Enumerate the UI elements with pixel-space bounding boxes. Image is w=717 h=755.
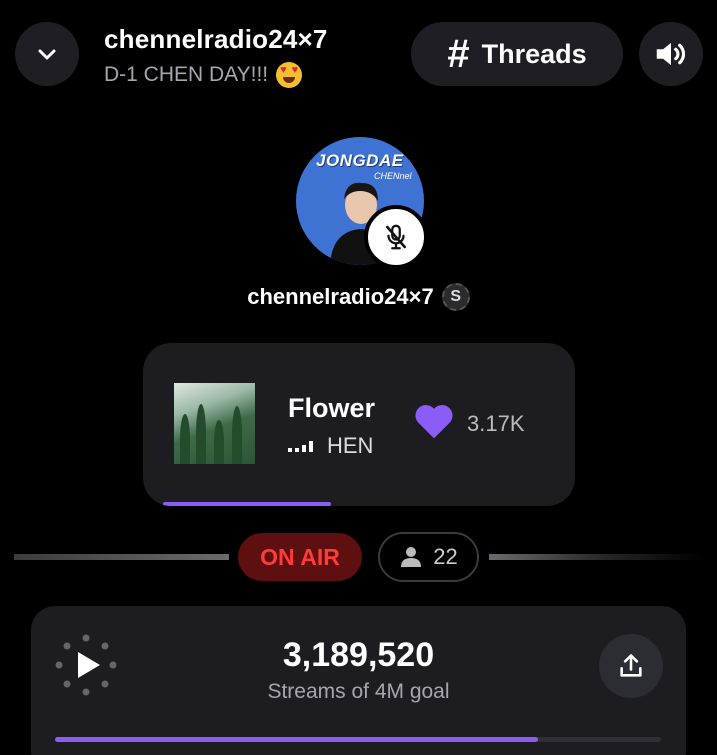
listener-count: 22 [433, 544, 458, 569]
page-title: chennelradio24×7 [104, 24, 328, 54]
mic-off-icon [386, 224, 406, 250]
like-count: 3.17K [467, 411, 525, 436]
stream-count: 3,189,520 [282, 636, 435, 674]
avatar-banner-text: JONGDAE [316, 151, 404, 170]
host-name-row: chennelradio24×7 S [0, 283, 717, 311]
share-button[interactable] [599, 634, 663, 698]
mic-muted-badge [364, 205, 428, 269]
heart-eyes-emoji-icon [276, 62, 303, 88]
collapse-button[interactable] [15, 22, 79, 86]
share-upload-icon [620, 654, 642, 677]
now-playing-card[interactable]: Flower HEN 3.17K [143, 343, 575, 506]
threads-button[interactable]: # Threads [411, 22, 623, 86]
heart-icon[interactable] [413, 400, 455, 440]
person-icon [401, 547, 422, 567]
stream-goal-card: 3,189,520 Streams of 4M goal [31, 606, 686, 755]
divider-left [14, 554, 229, 560]
stream-progress-fill [55, 737, 538, 742]
header: chennelradio24×7 D-1 CHEN DAY!!! # Threa… [0, 0, 717, 100]
playing-equalizer-icon [288, 440, 313, 452]
divider-right [489, 554, 704, 560]
song-artist: HEN [327, 433, 374, 458]
song-title: Flower [288, 393, 376, 423]
stream-progress-track [55, 737, 661, 742]
page-subtitle: D-1 CHEN DAY!!! [104, 62, 303, 88]
on-air-badge: ON AIR [238, 533, 362, 581]
speaker-volume-icon [656, 42, 686, 66]
chevron-down-icon [38, 49, 56, 60]
listeners-button[interactable]: 22 [378, 532, 479, 582]
host-name[interactable]: chennelradio24×7 [247, 284, 433, 310]
album-art [174, 383, 255, 464]
hashtag-icon: # [447, 32, 470, 76]
threads-label: Threads [481, 38, 587, 69]
supporter-badge-icon: S [441, 283, 470, 311]
stream-goal-text: Streams of 4M goal [267, 680, 450, 703]
song-progress-bar [163, 502, 332, 506]
subtitle-text: D-1 CHEN DAY!!! [104, 63, 269, 86]
song-artist-row: HEN [288, 433, 373, 459]
volume-button[interactable] [639, 22, 703, 86]
